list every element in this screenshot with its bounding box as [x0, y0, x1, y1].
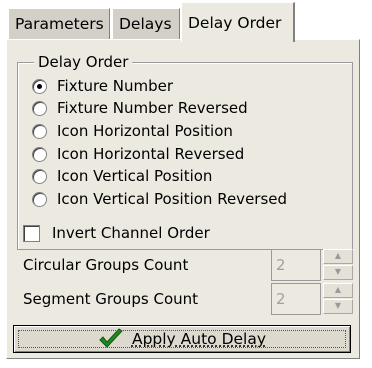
invert-channel-order-checkbox-row[interactable]: Invert Channel Order	[23, 224, 210, 242]
circular-groups-down-button[interactable]: ▼	[323, 265, 353, 280]
arrow-up-icon: ▲	[334, 251, 342, 260]
tab-delays[interactable]: Delays	[112, 8, 180, 40]
radio-icon-horizontal-reversed[interactable]: Icon Horizontal Reversed	[32, 143, 244, 165]
tab-delay-order-label: Delay Order	[188, 14, 282, 32]
radio-fixture-number[interactable]: Fixture Number	[32, 75, 173, 97]
radio-label: Icon Vertical Position	[57, 167, 213, 185]
circular-groups-up-button[interactable]: ▲	[323, 249, 353, 264]
tab-strip: Parameters Delays Delay Order	[0, 0, 372, 42]
arrow-down-icon: ▼	[334, 301, 342, 310]
segment-groups-down-button[interactable]: ▼	[323, 299, 353, 314]
tab-delay-order[interactable]: Delay Order	[181, 2, 295, 42]
circular-groups-count-input[interactable]	[271, 249, 321, 281]
tab-delays-label: Delays	[119, 15, 172, 33]
arrow-down-icon: ▼	[334, 267, 342, 276]
segment-groups-count-input[interactable]	[271, 283, 321, 315]
tab-parameters-label: Parameters	[15, 15, 104, 33]
radio-button-selected[interactable]	[32, 78, 47, 94]
circular-groups-count-stepper[interactable]: ▲ ▼	[271, 249, 353, 281]
invert-channel-order-checkbox[interactable]	[23, 224, 40, 242]
groupbox-title: Delay Order	[34, 53, 133, 71]
delay-order-groupbox: Delay Order Fixture Number Fixture Numbe…	[17, 53, 353, 250]
radio-icon-horizontal-position[interactable]: Icon Horizontal Position	[32, 120, 233, 142]
radio-label: Icon Vertical Position Reversed	[57, 190, 288, 208]
radio-label: Icon Horizontal Reversed	[57, 145, 245, 163]
circular-groups-count-label: Circular Groups Count	[23, 256, 189, 274]
radio-button[interactable]	[32, 168, 47, 184]
radio-button[interactable]	[32, 123, 47, 139]
arrow-up-icon: ▲	[334, 285, 342, 294]
segment-groups-count-label: Segment Groups Count	[23, 290, 199, 308]
segment-groups-up-button[interactable]: ▲	[323, 283, 353, 298]
focus-rect	[18, 330, 346, 348]
radio-icon-vertical-position[interactable]: Icon Vertical Position	[32, 165, 212, 187]
tab-parameters[interactable]: Parameters	[8, 8, 110, 40]
radio-button[interactable]	[32, 191, 47, 207]
radio-button[interactable]	[32, 146, 47, 162]
radio-label: Fixture Number Reversed	[57, 99, 248, 117]
segment-groups-count-stepper[interactable]: ▲ ▼	[271, 283, 353, 315]
delay-order-panel: Delay Order Fixture Number Fixture Numbe…	[6, 39, 360, 359]
apply-auto-delay-button[interactable]: Apply Auto Delay	[13, 325, 351, 353]
radio-label: Icon Horizontal Position	[57, 122, 233, 140]
radio-button[interactable]	[32, 100, 47, 116]
radio-label: Fixture Number	[57, 77, 174, 95]
radio-fixture-number-reversed[interactable]: Fixture Number Reversed	[32, 97, 248, 119]
radio-icon-vertical-position-reversed[interactable]: Icon Vertical Position Reversed	[32, 188, 287, 210]
invert-channel-order-label: Invert Channel Order	[52, 224, 210, 242]
